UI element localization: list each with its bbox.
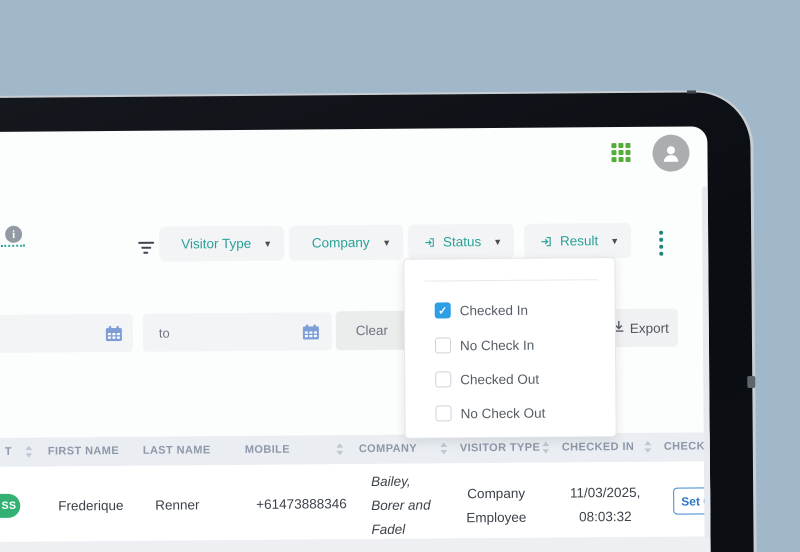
panel-divider (424, 279, 598, 282)
info-icon[interactable]: i (5, 225, 23, 243)
clear-label: Clear (355, 322, 389, 339)
calendar-icon (302, 323, 319, 340)
sort-icon[interactable] (440, 442, 448, 455)
chevron-down-icon: ▼ (493, 236, 503, 247)
column-visitor-type[interactable]: VISITOR TYPE (460, 442, 540, 455)
last-name-cell: Renner (155, 497, 200, 513)
info-underline (1, 243, 26, 247)
column-first-name[interactable]: FIRST NAME (48, 445, 119, 458)
sort-icon[interactable] (644, 440, 652, 453)
option-label: No Check In (459, 337, 535, 353)
visitor-type-label: Visitor Type (181, 235, 252, 252)
option-label: No Check Out (460, 405, 546, 421)
screen: i Visitor Type ▼ Company ▼ Status ▼ Resu… (0, 126, 713, 552)
camera-notch (687, 90, 697, 94)
option-checked-in[interactable]: ✓ Checked In (434, 301, 529, 320)
result-label: Result (559, 233, 599, 249)
option-label: Checked Out (460, 371, 540, 387)
user-avatar[interactable] (652, 134, 690, 172)
sign-in-icon (541, 236, 551, 246)
visitor-app: i Visitor Type ▼ Company ▼ Status ▼ Resu… (0, 126, 713, 552)
calendar-icon (105, 325, 122, 341)
export-button[interactable]: Export (605, 308, 679, 348)
column-last-name[interactable]: LAST NAME (143, 444, 211, 457)
sort-icon[interactable] (25, 445, 33, 458)
more-options-icon[interactable] (658, 230, 663, 256)
date-to-input[interactable]: to (142, 312, 333, 352)
option-checked-out[interactable]: Checked Out (435, 370, 539, 389)
sort-icon[interactable] (542, 441, 550, 454)
filter-lines-icon (137, 241, 154, 254)
option-label: Checked In (459, 302, 529, 318)
clear-button[interactable]: Clear (335, 310, 409, 351)
visitor-type-dropdown[interactable]: Visitor Type ▼ (159, 225, 285, 262)
checkbox-icon[interactable] (435, 371, 452, 388)
checkbox-icon[interactable] (435, 405, 452, 422)
status-label: Status (442, 234, 482, 250)
option-no-check-in[interactable]: No Check In (434, 336, 535, 355)
status-dropdown-button[interactable]: Status ▼ (408, 223, 515, 260)
date-from-input[interactable] (0, 313, 134, 354)
apps-grid-icon[interactable] (611, 142, 631, 163)
column-company[interactable]: COMPANY (359, 443, 417, 455)
monitor-frame: i Visitor Type ▼ Company ▼ Status ▼ Resu… (0, 90, 759, 552)
desktop-background: i Visitor Type ▼ Company ▼ Status ▼ Resu… (0, 0, 800, 552)
first-name-cell: Frederique (58, 497, 124, 514)
column-result-partial[interactable]: T (5, 446, 12, 458)
mobile-cell: +61473888346 (256, 496, 347, 512)
sort-icon[interactable] (336, 443, 344, 456)
visitor-type-cell: Company Employee (466, 485, 527, 526)
sign-in-icon (425, 237, 434, 247)
result-dropdown[interactable]: Result ▼ (524, 222, 632, 259)
company-cell: Bailey, Borer and Fadel (371, 473, 431, 538)
checkbox-icon[interactable] (434, 337, 452, 354)
company-dropdown[interactable]: Company ▼ (289, 224, 404, 261)
export-label: Export (629, 320, 669, 336)
checkbox-checked-icon[interactable]: ✓ (434, 302, 451, 319)
person-icon (663, 146, 679, 162)
status-dropdown-panel: ✓ Checked In No Check In Checked Out No … (403, 257, 617, 439)
power-button (747, 375, 756, 389)
company-label: Company (311, 235, 370, 251)
chevron-down-icon: ▼ (263, 238, 273, 249)
to-label: to (158, 325, 170, 341)
checked-in-cell: 11/03/2025, 08:03:32 (569, 484, 641, 525)
column-mobile[interactable]: MOBILE (245, 444, 290, 456)
chevron-down-icon: ▼ (610, 235, 620, 246)
column-checked-in[interactable]: CHECKED IN (562, 441, 635, 454)
chevron-down-icon: ▼ (382, 237, 392, 248)
option-no-check-out[interactable]: No Check Out (435, 404, 545, 423)
